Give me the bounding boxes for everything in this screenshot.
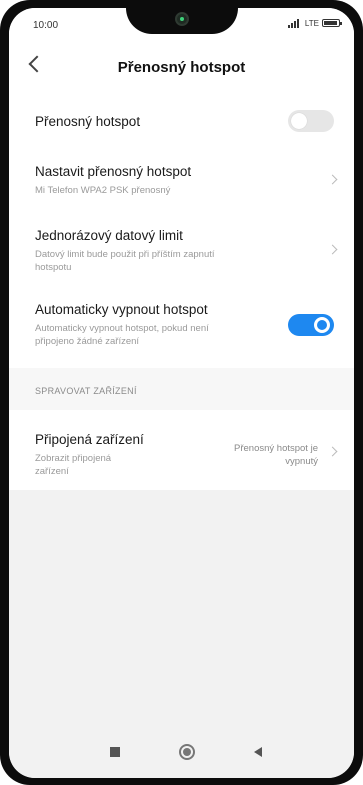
home-icon[interactable]	[179, 744, 195, 760]
toggle-knob	[291, 113, 307, 129]
connected-devices-subtitle-2: zařízení	[35, 466, 69, 477]
status-time: 10:00	[33, 20, 59, 31]
data-limit-title: Jednorázový datový limit	[35, 228, 183, 243]
phone-frame: 10:00 LTE Přenosný hotspot Přenosný hots…	[0, 0, 363, 785]
nav-back-icon[interactable]	[254, 747, 262, 757]
connected-devices-status: Přenosný hotspot je vypnutý	[188, 442, 318, 468]
chevron-right-icon	[327, 244, 338, 255]
camera-icon	[174, 12, 189, 26]
data-limit-subtitle-2: hotspotu	[35, 262, 72, 273]
auto-off-title: Automaticky vypnout hotspot	[35, 302, 208, 317]
settings-section: Přenosný hotspot Nastavit přenosný hotsp…	[9, 92, 354, 368]
section-label: SPRAVOVAT ZAŘÍZENÍ	[35, 386, 137, 396]
battery-icon	[322, 19, 342, 27]
network-type: LTE	[304, 18, 319, 28]
connected-devices-row[interactable]: Připojená zařízení Zobrazit připojená za…	[9, 410, 354, 490]
navigation-bar	[9, 732, 354, 778]
recent-apps-icon[interactable]	[110, 747, 120, 757]
status-line-2: vypnutý	[285, 456, 318, 467]
configure-hotspot-subtitle: Mi Telefon WPA2 PSK přenosný	[35, 185, 171, 196]
connected-devices-title: Připojená zařízení	[35, 432, 144, 447]
configure-hotspot-row[interactable]: Nastavit přenosný hotspot Mi Telefon WPA…	[9, 150, 354, 212]
status-icons: LTE	[287, 18, 342, 28]
chevron-right-icon	[327, 174, 338, 185]
hotspot-title: Přenosný hotspot	[35, 114, 141, 129]
connected-devices-subtitle-1: Zobrazit připojená	[35, 453, 112, 464]
manage-section-header: SPRAVOVAT ZAŘÍZENÍ	[9, 368, 354, 410]
status-line-1: Přenosný hotspot je	[234, 443, 318, 454]
data-limit-row[interactable]: Jednorázový datový limit Datový limit bu…	[9, 212, 354, 288]
screen: 10:00 LTE Přenosný hotspot Přenosný hots…	[9, 8, 354, 778]
page-title: Přenosný hotspot	[117, 59, 246, 76]
toggle-knob	[314, 317, 330, 333]
notch	[125, 8, 238, 34]
signal-icon	[287, 18, 302, 28]
chevron-right-icon	[327, 446, 338, 457]
auto-off-row[interactable]: Automaticky vypnout hotspot Automaticky …	[9, 288, 354, 368]
data-limit-subtitle-1: Datový limit bude použit při příštím zap…	[35, 249, 215, 260]
manage-section: Připojená zařízení Zobrazit připojená za…	[9, 410, 354, 490]
configure-hotspot-title: Nastavit přenosný hotspot	[35, 164, 192, 179]
auto-off-subtitle-2: připojeno žádné zařízení	[35, 336, 140, 347]
header: Přenosný hotspot	[9, 42, 354, 92]
hotspot-toggle[interactable]	[288, 110, 334, 132]
hotspot-row[interactable]: Přenosný hotspot	[9, 92, 354, 150]
auto-off-subtitle-1: Automaticky vypnout hotspot, pokud není	[35, 323, 209, 334]
auto-off-toggle[interactable]	[288, 314, 334, 336]
